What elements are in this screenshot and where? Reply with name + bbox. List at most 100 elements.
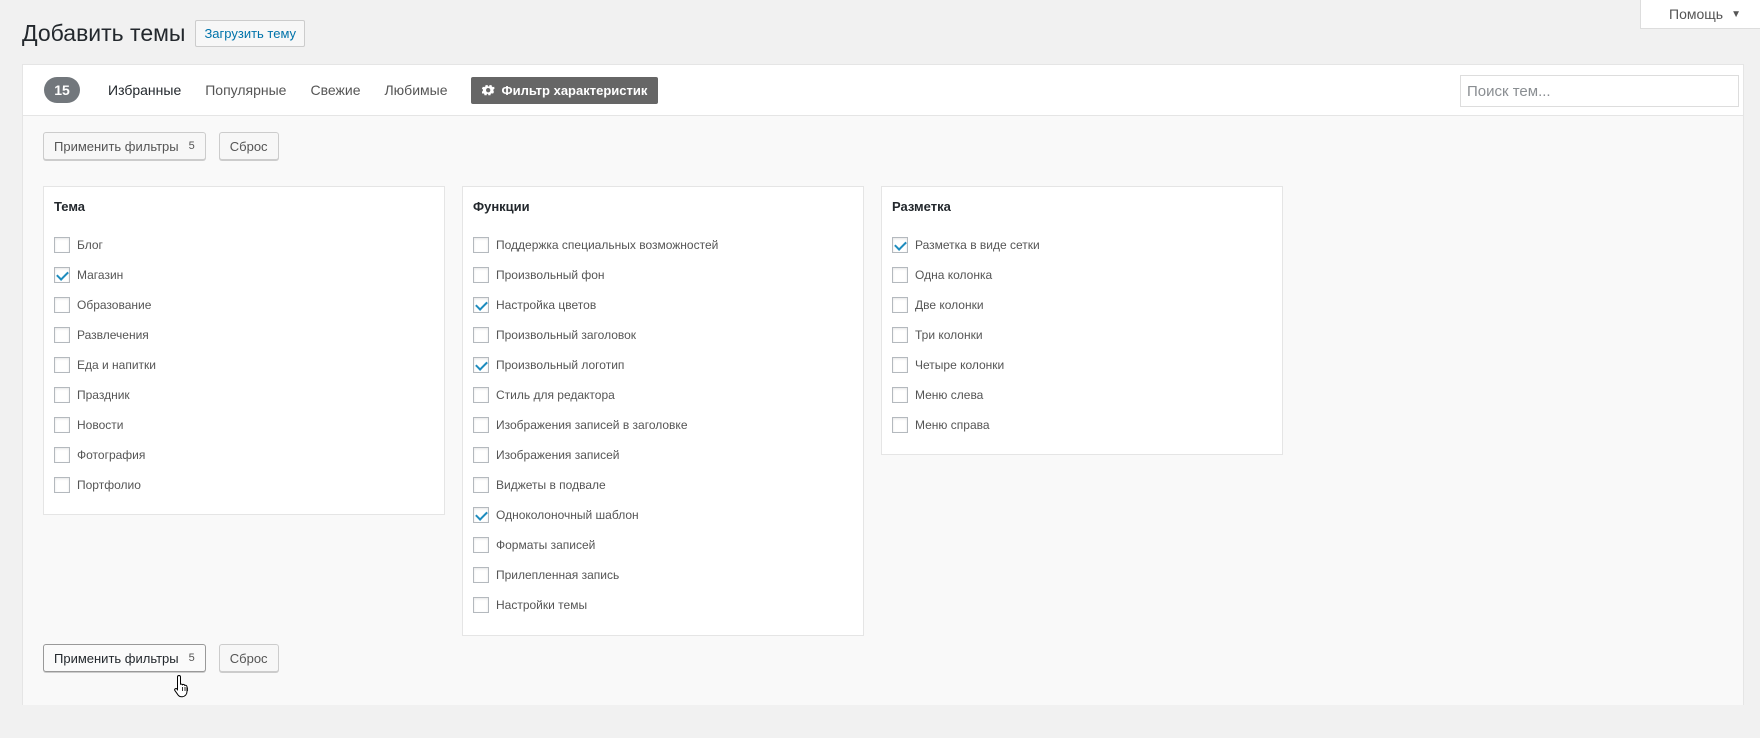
checkbox[interactable] xyxy=(892,357,908,373)
checkbox[interactable] xyxy=(54,417,70,433)
filter-group-features: Функции Поддержка специальных возможност… xyxy=(462,186,864,636)
checkbox[interactable] xyxy=(54,237,70,253)
filter-option[interactable]: Меню справа xyxy=(892,410,1272,440)
filter-option[interactable]: Произвольный фон xyxy=(473,260,853,290)
tab-featured[interactable]: Избранные xyxy=(108,82,181,98)
filter-option[interactable]: Изображения записей в заголовке xyxy=(473,410,853,440)
filter-option[interactable]: Произвольный логотип xyxy=(473,350,853,380)
filter-actions-top: Применить фильтры 5 Сброс xyxy=(43,132,279,160)
tab-favorites[interactable]: Любимые xyxy=(384,82,447,98)
filter-option[interactable]: Две колонки xyxy=(892,290,1272,320)
filter-option[interactable]: Новости xyxy=(54,410,434,440)
filter-option[interactable]: Одна колонка xyxy=(892,260,1272,290)
checkbox[interactable] xyxy=(473,357,489,373)
filter-option[interactable]: Настройки темы xyxy=(473,590,853,620)
filter-option[interactable]: Три колонки xyxy=(892,320,1272,350)
filter-option[interactable]: Виджеты в подвале xyxy=(473,470,853,500)
checkbox[interactable] xyxy=(892,327,908,343)
reset-button[interactable]: Сброс xyxy=(218,644,279,672)
checkbox[interactable] xyxy=(54,327,70,343)
filter-option-label: Произвольный фон xyxy=(496,268,605,282)
filter-option-label: Настройка цветов xyxy=(496,298,597,312)
filter-option[interactable]: Фотография xyxy=(54,440,434,470)
apply-filters-button[interactable]: Применить фильтры 5 xyxy=(43,132,206,160)
tab-latest[interactable]: Свежие xyxy=(310,82,360,98)
checkbox[interactable] xyxy=(892,387,908,403)
filter-option[interactable]: Разметка в виде сетки xyxy=(892,230,1272,260)
filter-option-label: Магазин xyxy=(77,268,124,282)
checkbox[interactable] xyxy=(473,237,489,253)
filter-option-label: Поддержка специальных возможностей xyxy=(496,238,719,252)
filter-group-subject: Тема Блог Магазин Образование Развлечения Ед… xyxy=(43,186,445,515)
filter-option-label: Портфолио xyxy=(77,478,141,492)
filter-option[interactable]: Прилепленная запись xyxy=(473,560,853,590)
help-tab[interactable]: Помощь ▼ xyxy=(1640,0,1760,29)
upload-theme-button[interactable]: Загрузить тему xyxy=(195,20,306,47)
filter-option[interactable]: Изображения записей xyxy=(473,440,853,470)
filter-option-label: Блог xyxy=(77,238,103,252)
checkbox[interactable] xyxy=(473,297,489,313)
checkbox[interactable] xyxy=(473,567,489,583)
filter-option-label: Праздник xyxy=(77,388,130,402)
tab-popular[interactable]: Популярные xyxy=(205,82,286,98)
filter-actions-bottom: Применить фильтры 5 Сброс xyxy=(43,644,279,672)
filter-option-label: Настройки темы xyxy=(496,598,588,612)
filter-option[interactable]: Меню слева xyxy=(892,380,1272,410)
filter-option-label: Три колонки xyxy=(915,328,983,342)
apply-filters-count: 5 xyxy=(188,140,195,152)
apply-filters-label: Применить фильтры xyxy=(54,138,179,154)
filter-option[interactable]: Магазин xyxy=(54,260,434,290)
filter-option[interactable]: Праздник xyxy=(54,380,434,410)
filter-option[interactable]: Блог xyxy=(54,230,434,260)
checkbox[interactable] xyxy=(473,387,489,403)
checkbox[interactable] xyxy=(473,507,489,523)
checkbox[interactable] xyxy=(473,597,489,613)
filter-option[interactable]: Четыре колонки xyxy=(892,350,1272,380)
filter-bar: 15 Избранные Популярные Свежие Любимые Ф… xyxy=(23,65,1743,116)
filter-option[interactable]: Настройка цветов xyxy=(473,290,853,320)
filter-option[interactable]: Произвольный заголовок xyxy=(473,320,853,350)
filter-option[interactable]: Поддержка специальных возможностей xyxy=(473,230,853,260)
filter-option-label: Изображения записей xyxy=(496,448,620,462)
filter-option[interactable]: Портфолио xyxy=(54,470,434,500)
filter-option-label: Две колонки xyxy=(915,298,984,312)
checkbox[interactable] xyxy=(54,447,70,463)
filter-option[interactable]: Образование xyxy=(54,290,434,320)
filter-option[interactable]: Стиль для редактора xyxy=(473,380,853,410)
checkbox[interactable] xyxy=(473,477,489,493)
checkbox[interactable] xyxy=(892,267,908,283)
gear-icon xyxy=(482,84,495,95)
filter-option[interactable]: Развлечения xyxy=(54,320,434,350)
search-themes-input[interactable] xyxy=(1460,75,1739,107)
filter-option-label: Меню слева xyxy=(915,388,984,402)
checkbox[interactable] xyxy=(473,447,489,463)
apply-filters-count: 5 xyxy=(188,652,195,664)
filter-option[interactable]: Форматы записей xyxy=(473,530,853,560)
reset-button[interactable]: Сброс xyxy=(218,132,279,160)
triangle-down-icon: ▼ xyxy=(1731,8,1741,20)
checkbox[interactable] xyxy=(54,297,70,313)
checkbox[interactable] xyxy=(54,477,70,493)
checkbox[interactable] xyxy=(473,417,489,433)
checkbox[interactable] xyxy=(54,387,70,403)
checkbox[interactable] xyxy=(54,357,70,373)
checkbox[interactable] xyxy=(473,267,489,283)
filter-option[interactable]: Одноколоночный шаблон xyxy=(473,500,853,530)
filter-option-label: Меню справа xyxy=(915,418,990,432)
filter-option[interactable]: Еда и напитки xyxy=(54,350,434,380)
apply-filters-button[interactable]: Применить фильтры 5 xyxy=(43,644,206,672)
filter-option-label: Изображения записей в заголовке xyxy=(496,418,688,432)
checkbox[interactable] xyxy=(892,417,908,433)
checkbox[interactable] xyxy=(473,537,489,553)
filter-option-label: Еда и напитки xyxy=(77,358,157,372)
checkbox[interactable] xyxy=(892,297,908,313)
page-title: Добавить темы xyxy=(22,20,186,46)
apply-filters-label: Применить фильтры xyxy=(54,650,179,666)
feature-filter-button[interactable]: Фильтр характеристик xyxy=(471,76,659,104)
checkbox[interactable] xyxy=(473,327,489,343)
filter-option-label: Четыре колонки xyxy=(915,358,1005,372)
checkbox[interactable] xyxy=(54,267,70,283)
group-title: Разметка xyxy=(892,199,951,214)
checkbox[interactable] xyxy=(892,237,908,253)
filter-option-label: Фотография xyxy=(77,448,146,462)
